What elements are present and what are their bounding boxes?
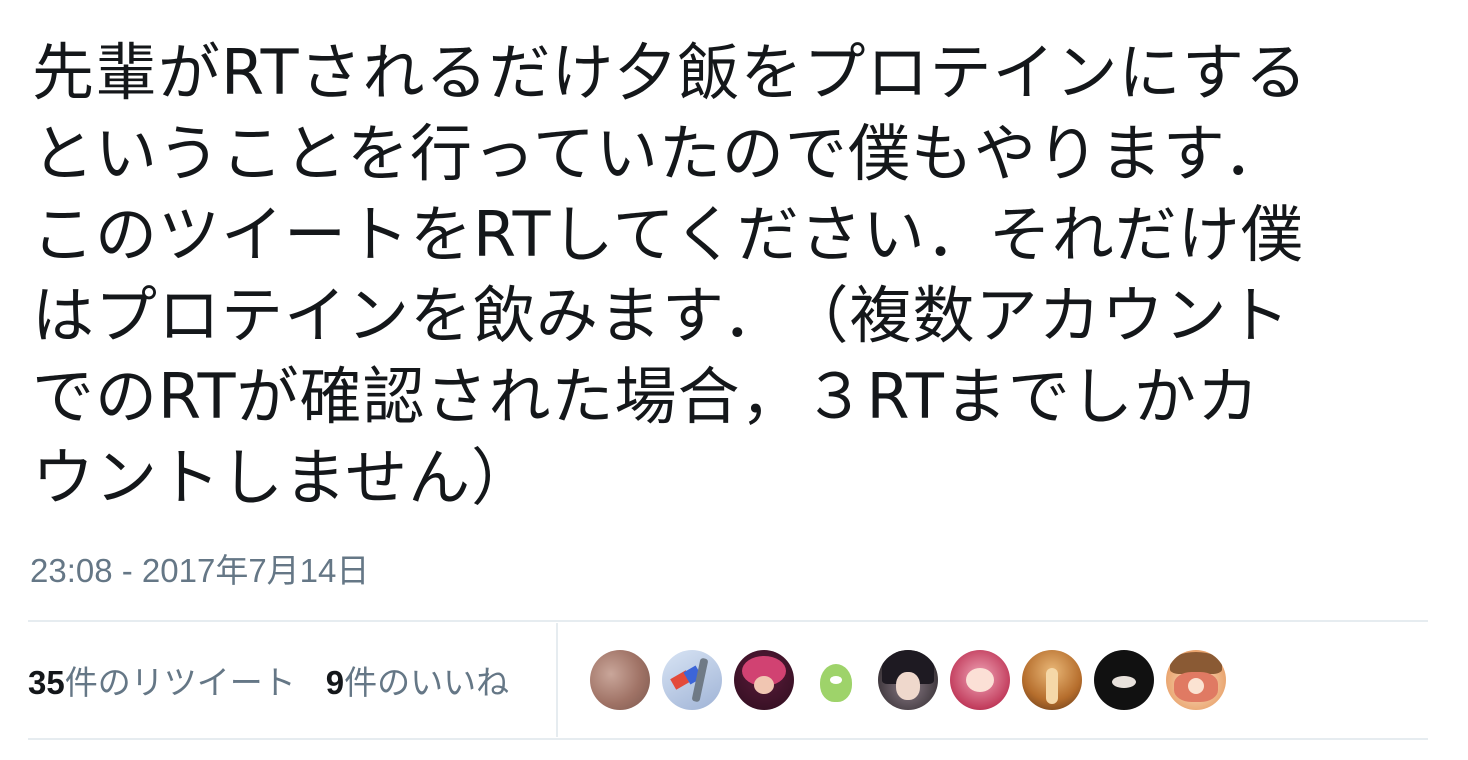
engager-avatars (590, 650, 1238, 710)
retweet-count: 35 (28, 664, 65, 701)
like-count: 9 (325, 664, 345, 701)
avatar[interactable] (1094, 650, 1154, 710)
like-count-label: 件のいいね (344, 664, 510, 701)
retweet-count-link[interactable]: 35 件のリツイート (28, 656, 296, 704)
avatar[interactable] (878, 650, 938, 710)
avatar[interactable] (662, 650, 722, 710)
avatar[interactable] (1022, 650, 1082, 710)
avatar[interactable] (734, 650, 794, 710)
stats-bottom-divider (28, 738, 1428, 740)
avatar[interactable] (950, 650, 1010, 710)
tweet-stats: 35 件のリツイート 9 件のいいね (28, 622, 1428, 738)
avatar[interactable] (590, 650, 650, 710)
tweet-text: 先輩がRTされるだけ夕飯をプロテインにする ということを行っていたので僕もやりま… (32, 36, 1309, 514)
avatar[interactable] (1166, 650, 1226, 710)
like-count-link[interactable]: 9 件のいいね (326, 656, 509, 704)
avatar[interactable] (806, 650, 866, 710)
retweet-count-label: 件のリツイート (64, 664, 296, 701)
tweet-timestamp[interactable]: 23:08 - 2017年7月14日 (30, 544, 369, 592)
engagement-counts: 35 件のリツイート 9 件のいいね (28, 623, 558, 737)
